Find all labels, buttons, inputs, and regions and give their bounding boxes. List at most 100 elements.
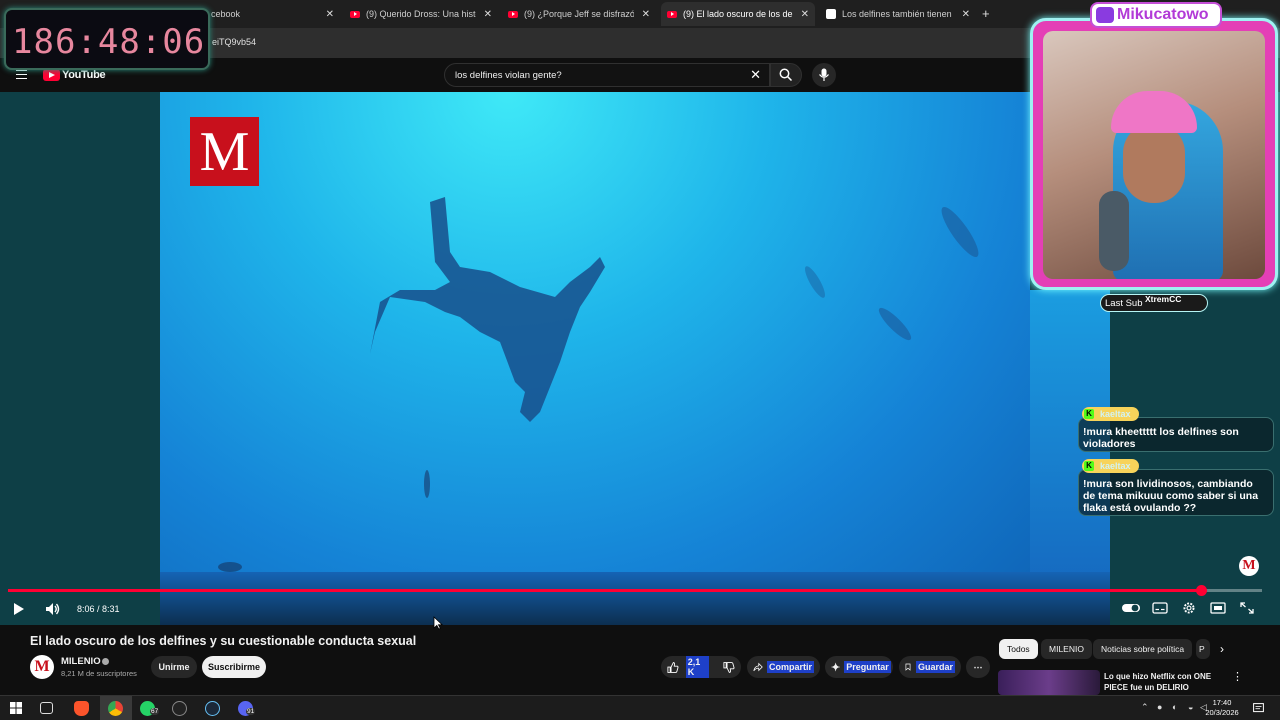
obs-icon[interactable]: [172, 701, 187, 716]
close-icon[interactable]: ✕: [801, 9, 809, 20]
more-vertical-icon[interactable]: ⋮: [1232, 670, 1243, 683]
video-bottom-shade: [160, 572, 1110, 625]
task-view-icon[interactable]: [40, 702, 53, 714]
chip-partial[interactable]: P: [1196, 639, 1210, 659]
whatsapp-badge: 67: [150, 708, 160, 715]
tab-facebook[interactable]: cebook ✕: [205, 2, 340, 26]
url-text: eiTQ9vb54: [212, 37, 257, 47]
progress-bar[interactable]: [8, 585, 1262, 596]
youtube-icon: [350, 10, 360, 18]
windows-start-icon[interactable]: [10, 702, 22, 714]
kick-icon: K: [1084, 409, 1094, 419]
last-sub-widget: Last Sub XtremCC: [1100, 294, 1208, 312]
more-actions-button[interactable]: ⋯: [966, 656, 990, 678]
discord-badge: 91: [246, 708, 256, 715]
like-button[interactable]: 2,1 K: [661, 656, 741, 678]
volume-icon[interactable]: [44, 601, 60, 617]
streamer-name: Mikucatowo: [1117, 6, 1209, 23]
tab-title: (9) El lado oscuro de los delfine: [683, 9, 793, 19]
youtube-logo-icon[interactable]: [43, 69, 60, 81]
chat-message: !mura kheettttt los delfines son violado…: [1078, 417, 1274, 452]
verified-icon: [102, 658, 109, 665]
close-icon[interactable]: ✕: [642, 9, 650, 20]
close-icon[interactable]: ✕: [962, 9, 970, 20]
channel-avatar[interactable]: M: [30, 655, 54, 679]
video-frame: [160, 92, 1030, 590]
thumbs-up-icon: [667, 661, 679, 673]
join-button[interactable]: Unirme: [151, 656, 197, 678]
subtitles-icon[interactable]: [1152, 601, 1168, 615]
microphone-tray-icon[interactable]: ●: [1157, 702, 1162, 712]
chat-username: kaeltax: [1100, 409, 1131, 419]
share-button[interactable]: Compartir: [747, 656, 820, 678]
share-label: Compartir: [766, 661, 814, 673]
timer-value: 186:48:06: [12, 22, 206, 62]
search-icon: [779, 68, 793, 82]
menu-icon[interactable]: [16, 70, 27, 79]
watermark-letter: M: [1242, 558, 1256, 573]
channel-watermark[interactable]: M: [1239, 556, 1259, 576]
close-icon[interactable]: ✕: [326, 9, 334, 20]
settings-gear-icon[interactable]: [1181, 601, 1197, 615]
network-icon[interactable]: ◒: [1188, 702, 1193, 712]
clear-icon[interactable]: ✕: [750, 67, 761, 83]
time-display: 8:06 / 8:31: [77, 604, 120, 614]
save-label: Guardar: [915, 661, 955, 673]
save-button[interactable]: Guardar: [899, 656, 961, 678]
subscribe-label: Suscribirme: [207, 662, 261, 672]
chip-label: MILENIO: [1049, 644, 1084, 654]
theater-mode-icon[interactable]: [1210, 601, 1226, 615]
subscriber-count: 8,21 M de suscriptores: [61, 669, 137, 678]
kick-icon: K: [1084, 461, 1094, 471]
search-input[interactable]: los delfines violan gente? ✕: [444, 63, 770, 87]
recommendation-title[interactable]: Lo que hizo Netflix con ONE PIECE fue un…: [1104, 671, 1224, 693]
search-button[interactable]: [770, 63, 802, 87]
channel-name[interactable]: MILENIO: [61, 656, 101, 667]
subscribe-button[interactable]: Suscribirme: [202, 656, 266, 678]
tab-el-lado-oscuro[interactable]: (9) El lado oscuro de los delfine ✕: [661, 2, 815, 26]
doc-icon: [826, 9, 836, 19]
autoplay-toggle-icon[interactable]: [1121, 601, 1141, 615]
microphone-icon: [819, 68, 829, 81]
brave-browser-icon[interactable]: [74, 701, 89, 716]
mouse-cursor-icon: [433, 616, 443, 630]
play-icon[interactable]: [14, 603, 24, 615]
chip-todos[interactable]: Todos: [999, 639, 1038, 659]
divers-and-dolphin-scene: [218, 197, 979, 572]
streamer-banner: Mikucatowo: [1090, 2, 1222, 28]
system-clock[interactable]: 17:40 20/3/2026: [1200, 698, 1244, 718]
headset-icon[interactable]: ◐: [1172, 702, 1177, 712]
tab-querido-dross[interactable]: (9) Querido Dross: Una historia ✕: [344, 2, 498, 26]
steam-icon[interactable]: [205, 701, 220, 716]
webcam-feed: [1043, 31, 1265, 279]
more-horizontal-icon: ⋯: [973, 661, 983, 672]
windows-taskbar: 67 91 ⌃ ● ◐ ◒ ◁ 17:40 20/3/2026: [0, 695, 1280, 720]
close-icon[interactable]: ✕: [484, 9, 492, 20]
chevron-up-icon[interactable]: ⌃: [1141, 702, 1149, 713]
voice-search-button[interactable]: [812, 63, 836, 87]
share-icon: [753, 662, 763, 672]
chat-username-badge: K kaeltax: [1082, 407, 1139, 421]
new-tab-button[interactable]: +: [982, 6, 990, 21]
notifications-icon[interactable]: [1253, 703, 1264, 714]
sparkle-icon: ✦: [831, 661, 841, 674]
clock-date: 20/3/2026: [1205, 708, 1239, 717]
ask-button[interactable]: ✦ Preguntar: [825, 656, 893, 678]
thumbs-down-icon[interactable]: [723, 661, 735, 674]
chevron-right-icon[interactable]: ›: [1220, 642, 1224, 656]
youtube-logo-text[interactable]: YouTube: [62, 69, 106, 81]
chip-noticias-politica[interactable]: Noticias sobre política: [1093, 639, 1193, 659]
clock-time: 17:40: [1212, 698, 1232, 707]
chip-milenio[interactable]: MILENIO: [1041, 639, 1092, 659]
join-label: Unirme: [158, 662, 190, 672]
chrome-icon[interactable]: [108, 701, 123, 716]
chat-message: !mura son lividinosos, cambiando de tema…: [1078, 469, 1274, 516]
recommendation-thumbnail[interactable]: [998, 670, 1100, 695]
fullscreen-icon[interactable]: [1239, 601, 1255, 615]
tab-jeff[interactable]: (9) ¿Porque Jeff se disfrazó de ✕: [502, 2, 656, 26]
search-query: los delfines violan gente?: [455, 70, 562, 81]
like-count: 2,1 K: [685, 656, 710, 678]
last-sub-name: XtremCC: [1145, 294, 1182, 304]
tab-los-delfines[interactable]: Los delfines también tienen su ✕: [820, 2, 976, 26]
progress-scrubber[interactable]: [1195, 585, 1207, 596]
